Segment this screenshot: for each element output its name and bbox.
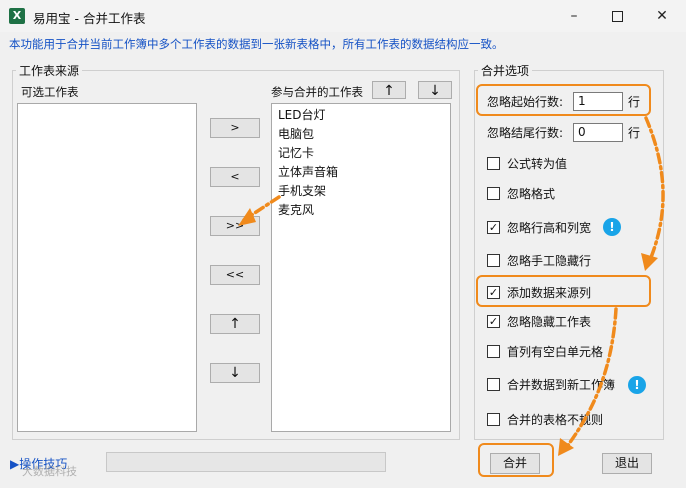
arrowhead-icon (238, 208, 256, 226)
arrow-to-source-column (644, 116, 665, 262)
arrowhead-icon (641, 253, 658, 271)
tutorial-arrows (238, 116, 665, 456)
arrow-to-merge-button (564, 307, 618, 450)
